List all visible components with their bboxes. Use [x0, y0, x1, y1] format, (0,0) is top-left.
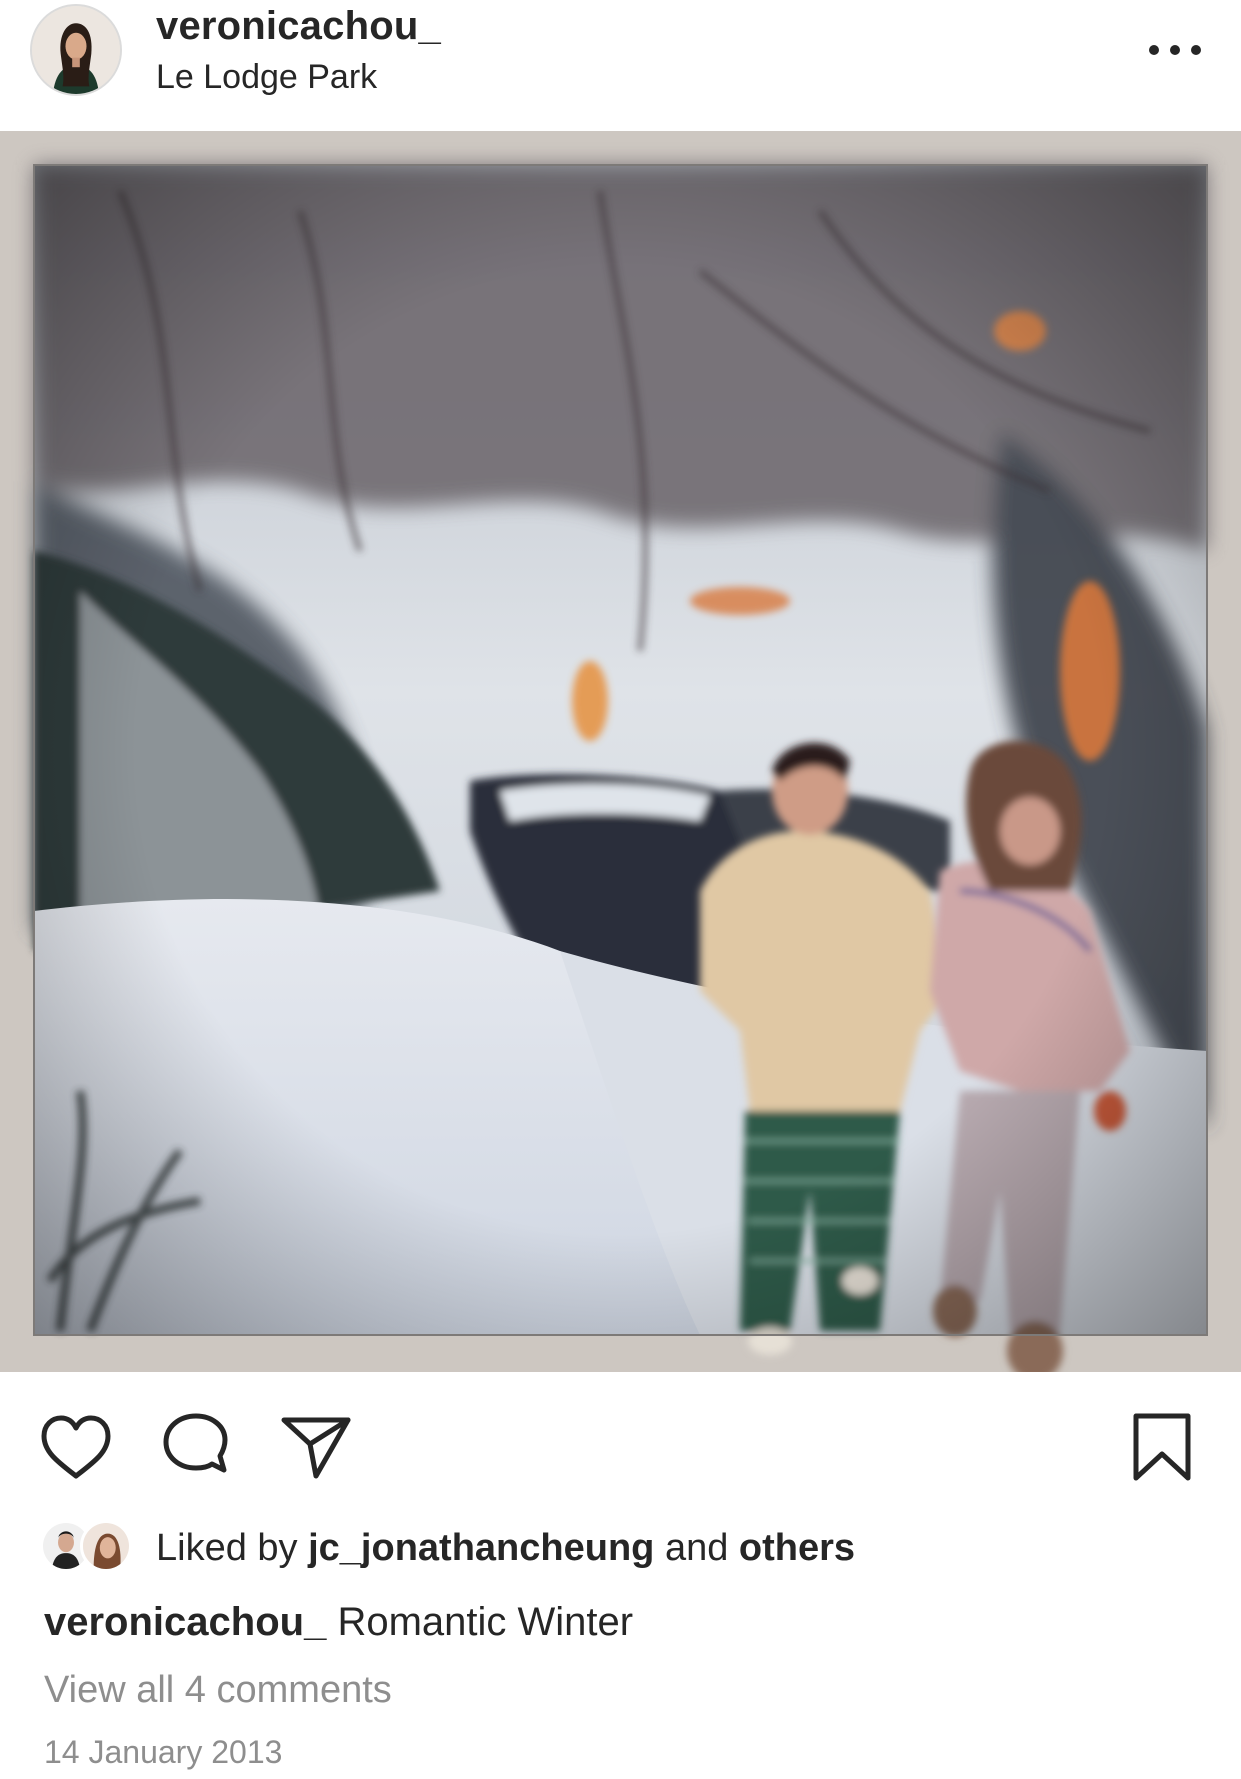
profile-avatar[interactable]	[30, 4, 122, 96]
liker-avatars[interactable]	[40, 1520, 140, 1576]
post-photo[interactable]	[0, 131, 1241, 1372]
paper-plane-icon[interactable]	[278, 1410, 354, 1486]
caption-username[interactable]: veronicachou_	[44, 1600, 326, 1644]
likes-conjunction: and	[664, 1527, 729, 1569]
post-username[interactable]: veronicachou_	[156, 4, 441, 49]
avatar-image	[32, 6, 120, 94]
liker-avatar	[80, 1520, 132, 1572]
post-header: veronicachou_ Le Lodge Park	[0, 0, 1241, 130]
post-date: 14 January 2013	[44, 1734, 283, 1770]
view-all-comments-link[interactable]: View all 4 comments	[44, 1662, 392, 1718]
liker-username-link[interactable]: jc_jonathancheung	[308, 1527, 654, 1569]
likes-prefix: Liked by	[156, 1527, 298, 1569]
winter-photo-image	[0, 131, 1241, 1372]
caption-text: Romantic Winter	[337, 1600, 634, 1644]
bookmark-icon[interactable]	[1124, 1410, 1200, 1486]
post-caption: veronicachou_ Romantic Winter	[44, 1594, 633, 1650]
post-location[interactable]: Le Lodge Park	[156, 58, 377, 97]
comment-bubble-icon[interactable]	[158, 1410, 234, 1486]
more-options-icon[interactable]	[1140, 30, 1210, 70]
likes-summary: Liked by jc_jonathancheung and others	[40, 1520, 1220, 1580]
post-actions	[0, 1372, 1241, 1522]
heart-icon[interactable]	[38, 1410, 114, 1486]
likes-others-link[interactable]: others	[739, 1527, 855, 1569]
likes-text: Liked by jc_jonathancheung and others	[156, 1520, 855, 1576]
